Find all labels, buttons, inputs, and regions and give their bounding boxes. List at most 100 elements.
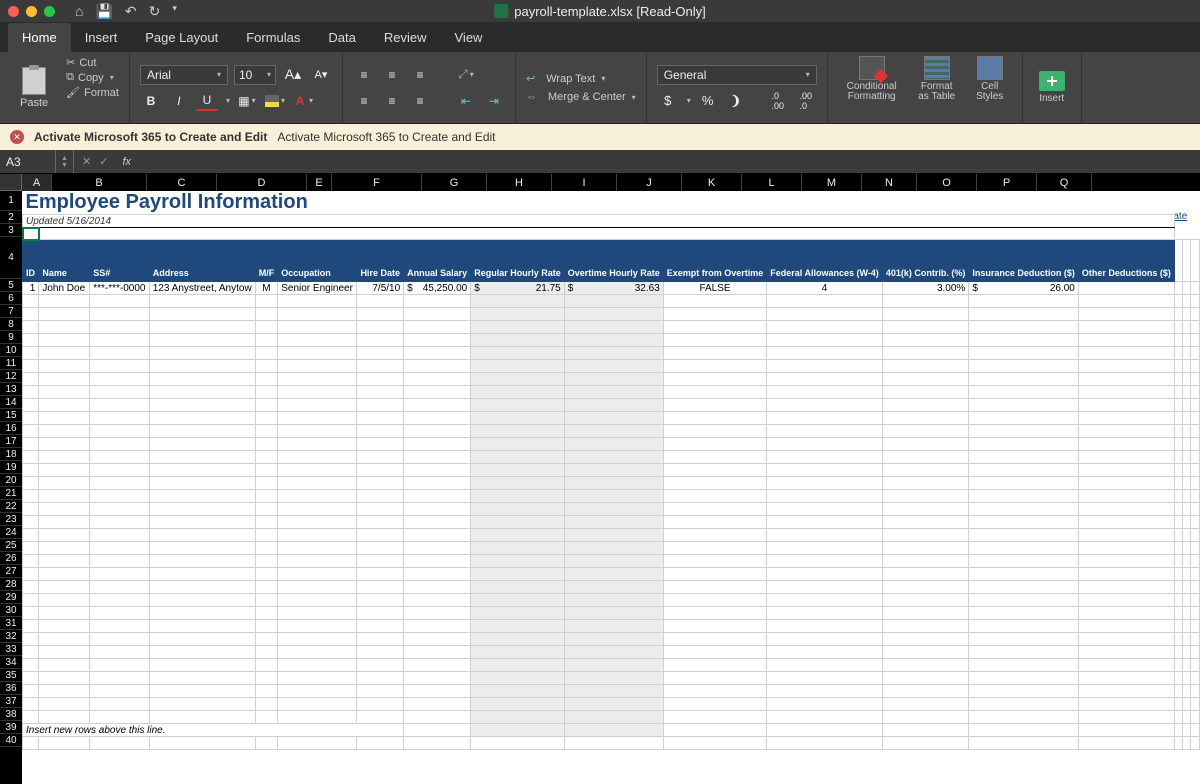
row-18[interactable] (23, 451, 1200, 464)
row-header-39[interactable]: 39 (0, 721, 22, 734)
merge-center-button[interactable]: ⇔ Merge & Center▾ (526, 91, 636, 103)
align-center-icon[interactable]: ≡ (381, 91, 403, 111)
cancel-formula-icon[interactable]: ✕ (82, 155, 91, 168)
cell-other[interactable] (1078, 282, 1174, 295)
col-header-Q[interactable]: Q (1037, 174, 1092, 191)
row-27[interactable] (23, 568, 1200, 581)
name-box[interactable]: A3 (0, 150, 56, 173)
row-header-19[interactable]: 19 (0, 461, 22, 474)
accept-formula-icon[interactable]: ✓ (99, 155, 108, 168)
row-header-15[interactable]: 15 (0, 409, 22, 422)
percent-button[interactable]: % (697, 91, 719, 111)
copy-button[interactable]: ⧉Copy▾ (66, 71, 119, 84)
row-header-35[interactable]: 35 (0, 669, 22, 682)
increase-font-icon[interactable]: A▴ (282, 65, 304, 85)
col-header-G[interactable]: G (422, 174, 487, 191)
row-34[interactable] (23, 659, 1200, 672)
row-header-40[interactable]: 40 (0, 734, 22, 747)
cell-ot[interactable]: $32.63 (564, 282, 663, 295)
row-header-27[interactable]: 27 (0, 565, 22, 578)
underline-button[interactable]: U (196, 91, 218, 111)
fx-label[interactable]: fx (116, 156, 137, 168)
decrease-font-icon[interactable]: A▾ (310, 65, 332, 85)
row-header-29[interactable]: 29 (0, 591, 22, 604)
cell-salary[interactable]: $45,250.00 (404, 282, 471, 295)
row-16[interactable] (23, 425, 1200, 438)
select-all-corner[interactable] (0, 174, 22, 191)
close-window-button[interactable] (8, 6, 19, 17)
row-header-17[interactable]: 17 (0, 435, 22, 448)
increase-decimal-button[interactable]: .0.00 (767, 91, 789, 111)
row-header-6[interactable]: 6 (0, 292, 22, 305)
cell-id[interactable]: 1 (23, 282, 39, 295)
row-3[interactable] (23, 228, 1200, 240)
row-header-38[interactable]: 38 (0, 708, 22, 721)
tab-view[interactable]: View (441, 23, 497, 52)
align-bottom-icon[interactable]: ≡ (409, 65, 431, 85)
row-23[interactable] (23, 516, 1200, 529)
row-37[interactable] (23, 698, 1200, 711)
row-header-24[interactable]: 24 (0, 526, 22, 539)
row-header-28[interactable]: 28 (0, 578, 22, 591)
tab-insert[interactable]: Insert (71, 23, 132, 52)
row-26[interactable] (23, 555, 1200, 568)
row-header-12[interactable]: 12 (0, 370, 22, 383)
undo-icon[interactable]: ↶ (125, 3, 137, 20)
row-7[interactable] (23, 308, 1200, 321)
row-17[interactable] (23, 438, 1200, 451)
align-left-icon[interactable]: ≡ (353, 91, 375, 111)
col-header-F[interactable]: F (332, 174, 422, 191)
comma-button[interactable]: ❩ (725, 91, 747, 111)
fill-color-button[interactable]: ▾ (264, 91, 286, 111)
col-header-L[interactable]: L (742, 174, 802, 191)
conditional-formatting-button[interactable]: Conditional Formatting (838, 56, 906, 119)
row-21[interactable] (23, 490, 1200, 503)
save-icon[interactable]: 💾 (95, 3, 112, 20)
col-header-O[interactable]: O (917, 174, 977, 191)
italic-button[interactable]: I (168, 91, 190, 111)
cell-ins[interactable]: $26.00 (969, 282, 1079, 295)
increase-indent-icon[interactable]: ⇥ (483, 91, 505, 111)
row-header-37[interactable]: 37 (0, 695, 22, 708)
cell-ss[interactable]: ***-***-0000 (90, 282, 150, 295)
cell-fed[interactable]: 4 (767, 282, 883, 295)
row-8[interactable] (23, 321, 1200, 334)
paste-button[interactable]: Paste (10, 56, 58, 119)
row-header-2[interactable]: 2 (0, 211, 22, 224)
formula-input[interactable] (137, 150, 1200, 173)
wrap-text-button[interactable]: ↩ Wrap Text▾ (526, 72, 636, 85)
tab-home[interactable]: Home (8, 23, 71, 52)
row-20[interactable] (23, 477, 1200, 490)
row-header-21[interactable]: 21 (0, 487, 22, 500)
row-header-26[interactable]: 26 (0, 552, 22, 565)
cells-area[interactable]: Employee Payroll Information ░░ vertex42… (22, 191, 1200, 784)
row-29[interactable] (23, 594, 1200, 607)
decrease-indent-icon[interactable]: ⇤ (455, 91, 477, 111)
row-header-13[interactable]: 13 (0, 383, 22, 396)
col-header-M[interactable]: M (802, 174, 862, 191)
col-header-J[interactable]: J (617, 174, 682, 191)
row-2[interactable]: Updated 5/16/2014 (23, 215, 1200, 228)
row-header-1[interactable]: 1 (0, 191, 22, 211)
banner-close-button[interactable]: ✕ (10, 130, 24, 144)
col-header-N[interactable]: N (862, 174, 917, 191)
row-11[interactable] (23, 360, 1200, 373)
row-header-36[interactable]: 36 (0, 682, 22, 695)
col-header-E[interactable]: E (307, 174, 332, 191)
format-as-table-button[interactable]: Format as Table (910, 56, 964, 119)
orientation-button[interactable]: ⤢▾ (455, 65, 477, 85)
row-5-data[interactable]: 1 John Doe ***-***-0000 123 Anystreet, A… (23, 282, 1200, 295)
row-9[interactable] (23, 334, 1200, 347)
minimize-window-button[interactable] (26, 6, 37, 17)
col-header-H[interactable]: H (487, 174, 552, 191)
currency-button[interactable]: $ (657, 91, 679, 111)
row-header-10[interactable]: 10 (0, 344, 22, 357)
font-size-select[interactable]: 10▾ (234, 65, 276, 85)
cell-styles-button[interactable]: Cell Styles (968, 56, 1012, 119)
redo-icon[interactable]: ↻ (149, 3, 161, 20)
row-header-18[interactable]: 18 (0, 448, 22, 461)
row-header-31[interactable]: 31 (0, 617, 22, 630)
cell-name[interactable]: John Doe (39, 282, 90, 295)
row-31[interactable] (23, 620, 1200, 633)
row-header-11[interactable]: 11 (0, 357, 22, 370)
